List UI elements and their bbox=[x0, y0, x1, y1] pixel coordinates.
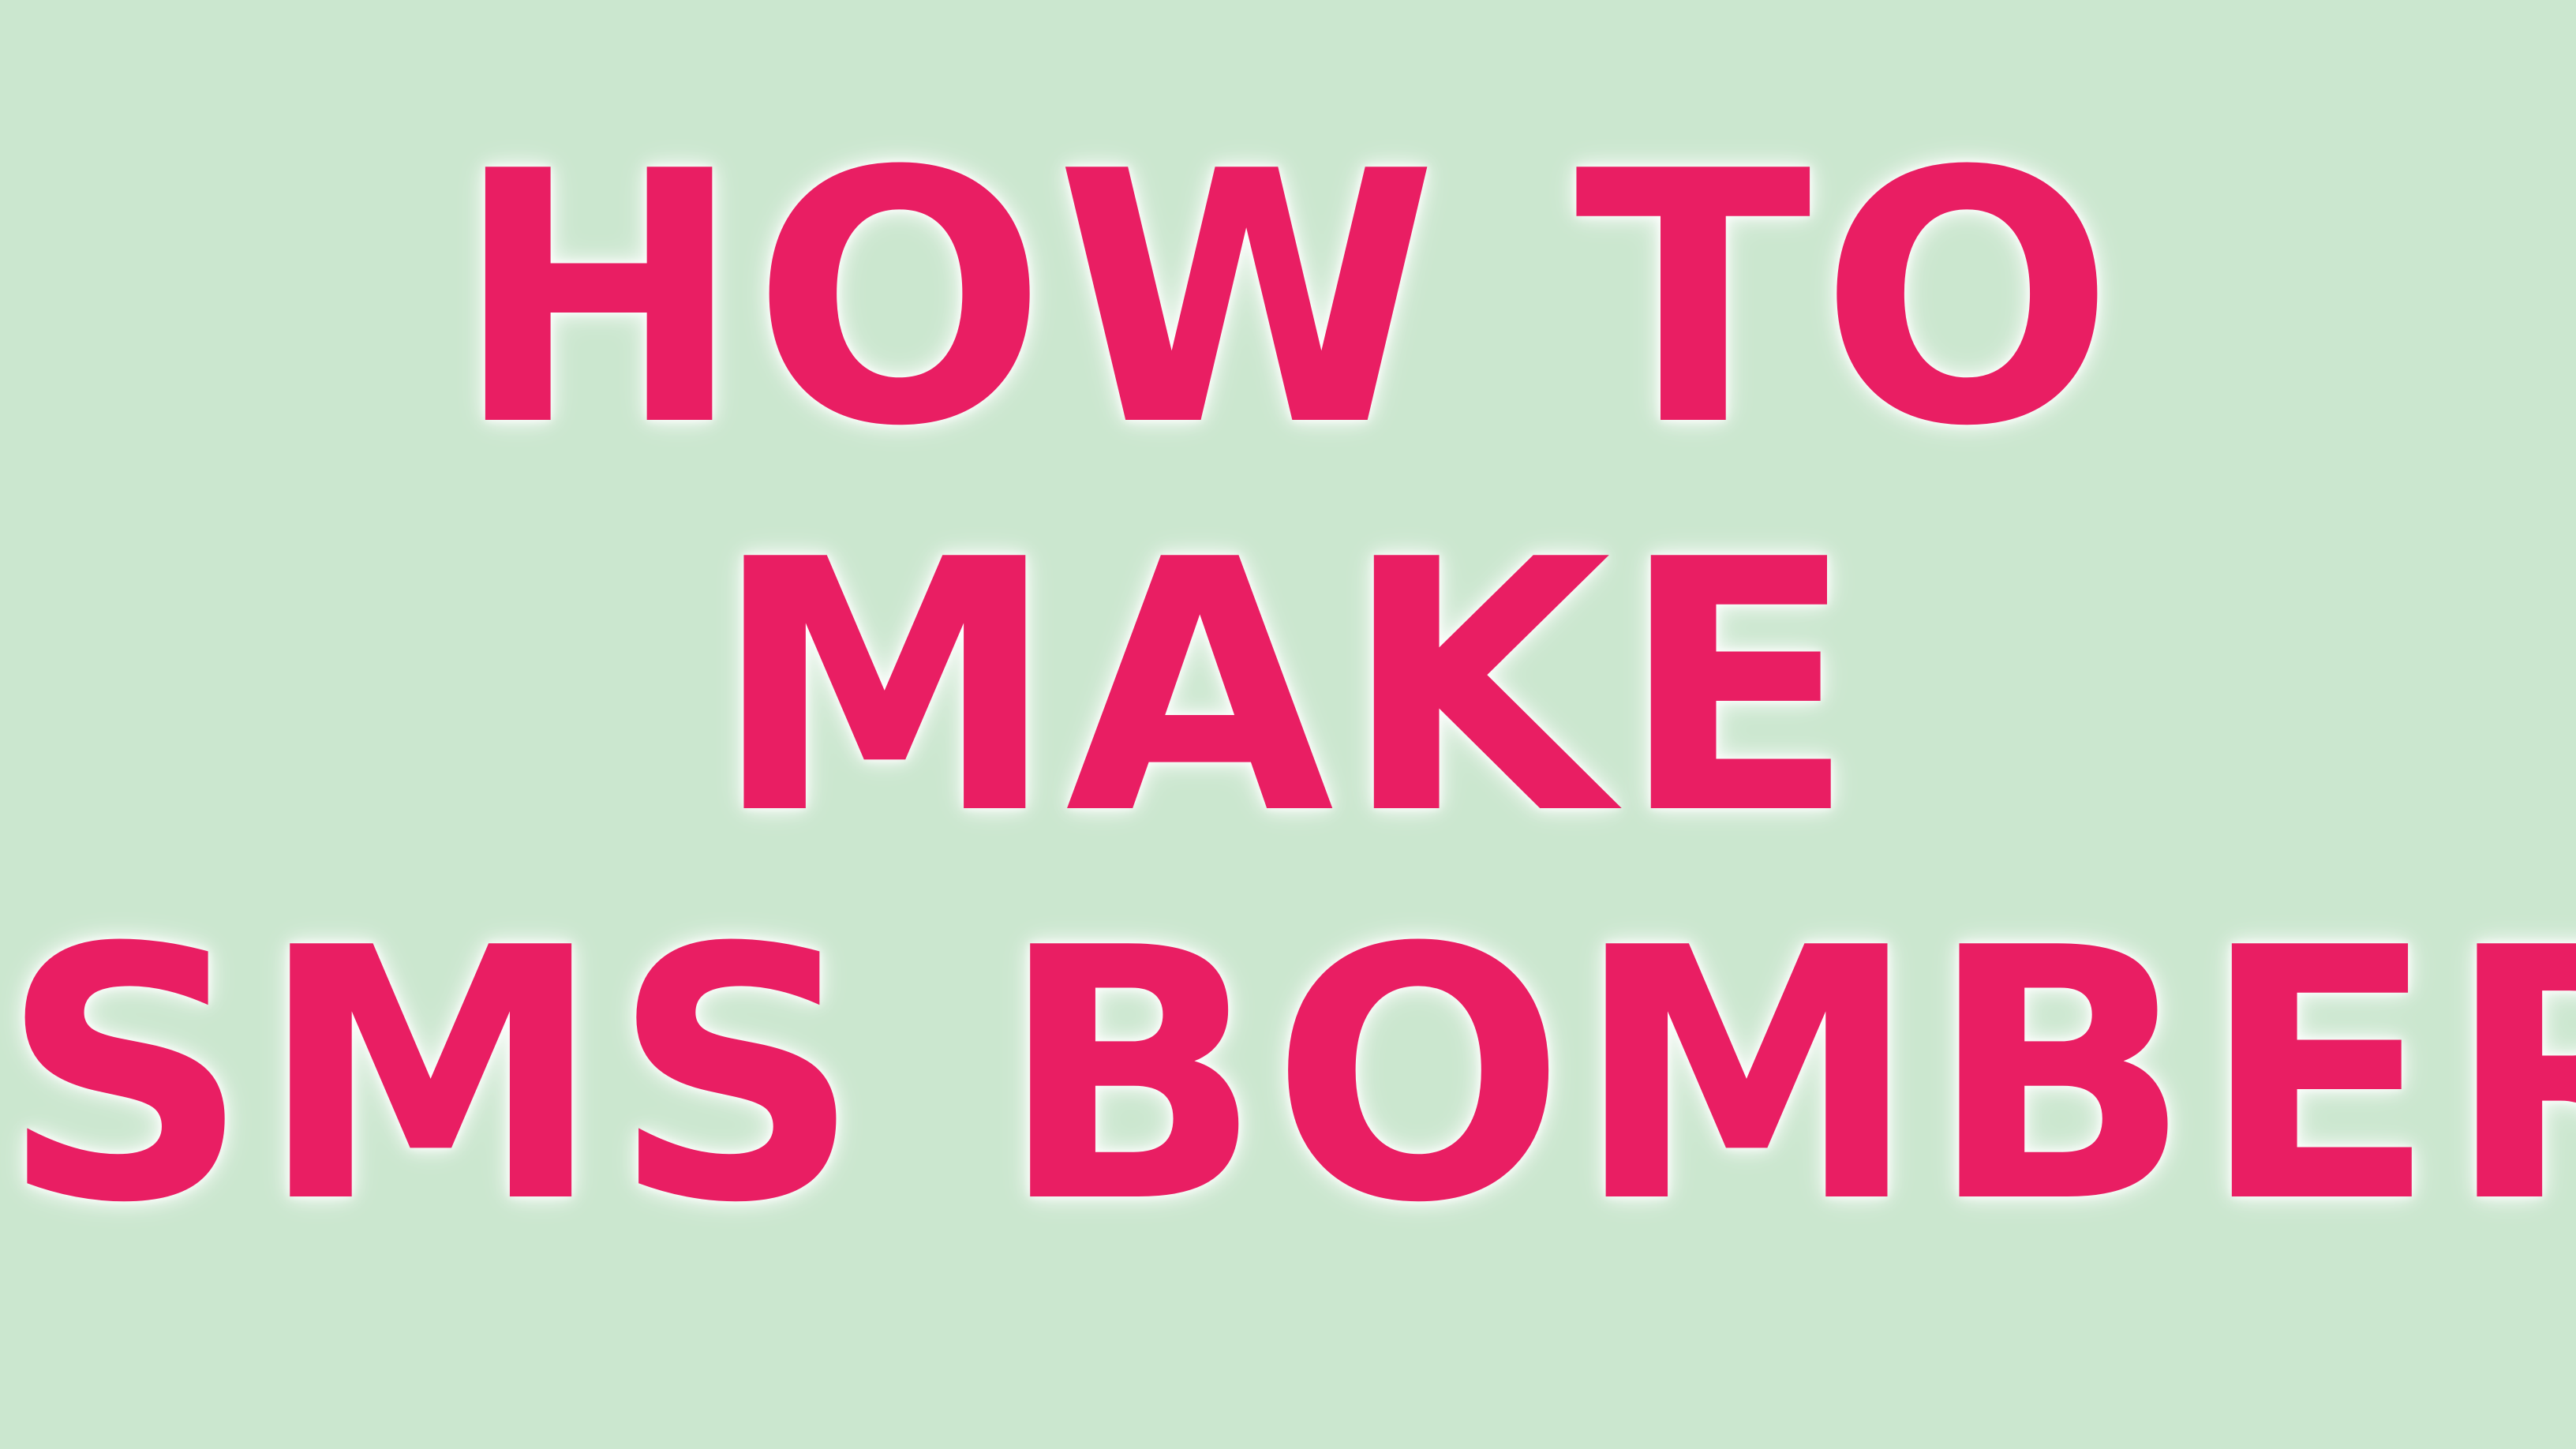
title-line-2: MAKE bbox=[712, 486, 1864, 890]
title-line-1: HOW TO bbox=[453, 98, 2123, 502]
title-line-3: SMS BOMBER bbox=[0, 874, 2576, 1279]
title-canvas: HOW TO MAKE SMS BOMBER bbox=[0, 0, 2576, 1449]
